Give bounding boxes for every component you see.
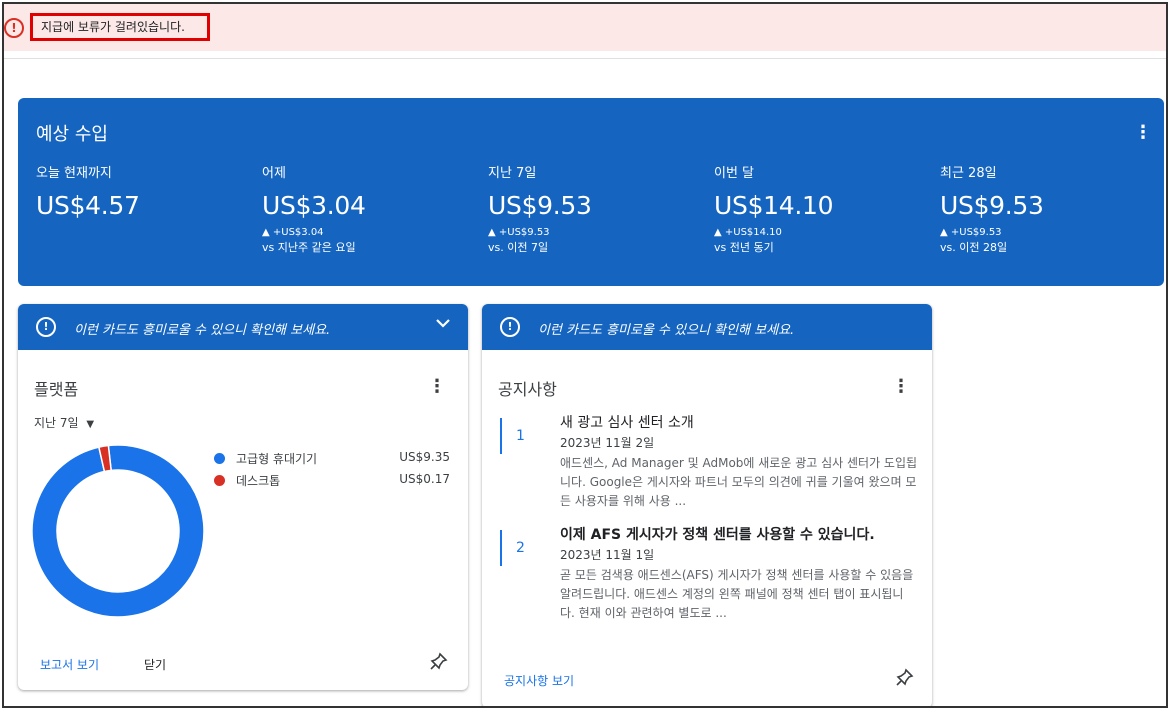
platform-donut-chart [32, 444, 204, 618]
metric-delta: ▲ +US$14.10 [714, 227, 782, 238]
view-notices-link[interactable]: 공지사항 보기 [504, 672, 574, 689]
notice-number: 1 [516, 428, 525, 444]
metric-delta: ▲ +US$9.53 [940, 227, 1002, 238]
view-report-link[interactable]: 보고서 보기 [40, 656, 99, 673]
metric-label: 지난 7일 [488, 166, 537, 181]
metric-compare: vs. 이전 7일 [488, 241, 549, 254]
notice-number: 2 [516, 540, 525, 556]
metric-compare: vs 지난주 같은 요일 [262, 241, 356, 254]
metric-value: US$4.57 [36, 191, 140, 220]
earnings-title: 예상 수입 [36, 124, 108, 145]
metric-delta: ▲ +US$3.04 [262, 227, 324, 238]
divider [4, 58, 1166, 59]
card-tip-text: 이런 카드도 흥미로울 수 있으니 확인해 보세요. [74, 323, 331, 338]
metric-value: US$9.53 [940, 191, 1044, 220]
metric-label: 오늘 현재까지 [36, 166, 112, 181]
notice-bar [500, 418, 502, 454]
app-frame: ! 지급에 보류가 걸려있습니다. 예상 수입 ⋮ 오늘 현재까지 US$4.5… [2, 2, 1168, 708]
estimated-earnings-card: 예상 수입 ⋮ 오늘 현재까지 US$4.57 어제 US$3.04 ▲ +US… [18, 98, 1164, 286]
lightbulb-icon: ! [36, 317, 56, 337]
notice-title[interactable]: 이제 AFS 게시자가 정책 센터를 사용할 수 있습니다. [560, 524, 875, 544]
legend-label: 데스크톱 [236, 474, 281, 488]
error-icon: ! [4, 18, 24, 38]
metric-value: US$14.10 [714, 191, 834, 220]
metric-this-month: 이번 달 US$14.10 ▲ +US$14.10 vs 전년 동기 [714, 162, 934, 255]
pin-icon[interactable] [896, 668, 914, 690]
notice-title[interactable]: 새 광고 심사 센터 소개 [560, 412, 694, 432]
metric-compare: vs 전년 동기 [714, 241, 774, 254]
card-title: 플랫폼 [34, 380, 79, 399]
alert-message[interactable]: 지급에 보류가 걸려있습니다. [30, 13, 210, 41]
caret-down-icon: ▼ [86, 419, 95, 430]
donut-slice-mobile[interactable] [32, 444, 204, 618]
pin-icon[interactable] [430, 652, 448, 674]
legend-value: US$0.17 [399, 472, 450, 486]
notice-bar [500, 530, 502, 566]
legend-dot [214, 475, 225, 486]
metric-last-7-days: 지난 7일 US$9.53 ▲ +US$9.53 vs. 이전 7일 [488, 162, 708, 255]
notice-body: 애드센스, Ad Manager 및 AdMob에 새로운 광고 심사 센터가 … [560, 456, 918, 508]
metric-value: US$3.04 [262, 191, 366, 220]
metric-value: US$9.53 [488, 191, 592, 220]
card-tip-header: ! 이런 카드도 흥미로울 수 있으니 확인해 보세요. [18, 304, 468, 350]
more-vert-icon[interactable]: ⋮ [1134, 122, 1152, 144]
metric-label: 최근 28일 [940, 166, 997, 181]
period-dropdown[interactable]: 지난 7일 ▼ [34, 414, 94, 431]
notice-date: 2023년 11월 2일 [560, 436, 655, 450]
metric-label: 어제 [262, 166, 286, 181]
legend-label: 고급형 휴대기기 [236, 452, 318, 466]
metric-delta: ▲ +US$9.53 [488, 227, 550, 238]
metric-today: 오늘 현재까지 US$4.57 [36, 162, 256, 220]
platform-card: ! 이런 카드도 흥미로울 수 있으니 확인해 보세요. 플랫폼 ⋮ 지난 7일… [18, 304, 468, 690]
notices-card: ! 이런 카드도 흥미로울 수 있으니 확인해 보세요. 공지사항 ⋮ 1 새 … [482, 304, 932, 706]
chevron-down-icon[interactable] [434, 314, 452, 336]
metric-compare: vs. 이전 28일 [940, 241, 1008, 254]
legend-dot [214, 453, 225, 464]
notice-date: 2023년 11월 1일 [560, 548, 655, 562]
close-button[interactable]: 닫기 [144, 656, 166, 673]
card-tip-text: 이런 카드도 흥미로울 수 있으니 확인해 보세요. [538, 323, 795, 338]
metric-last-28-days: 최근 28일 US$9.53 ▲ +US$9.53 vs. 이전 28일 [940, 162, 1160, 255]
more-vert-icon[interactable]: ⋮ [428, 376, 446, 397]
payment-hold-alert: ! 지급에 보류가 걸려있습니다. [4, 4, 1166, 51]
more-vert-icon[interactable]: ⋮ [892, 376, 910, 397]
metric-label: 이번 달 [714, 166, 755, 181]
lightbulb-icon: ! [500, 317, 520, 337]
legend-value: US$9.35 [399, 450, 450, 464]
period-value: 지난 7일 [34, 416, 79, 430]
card-tip-header: ! 이런 카드도 흥미로울 수 있으니 확인해 보세요. [482, 304, 932, 350]
metric-yesterday: 어제 US$3.04 ▲ +US$3.04 vs 지난주 같은 요일 [262, 162, 482, 255]
card-title: 공지사항 [498, 380, 557, 399]
notice-body: 곧 모든 검색용 애드센스(AFS) 게시자가 정책 센터를 사용할 수 있음을… [560, 568, 914, 620]
